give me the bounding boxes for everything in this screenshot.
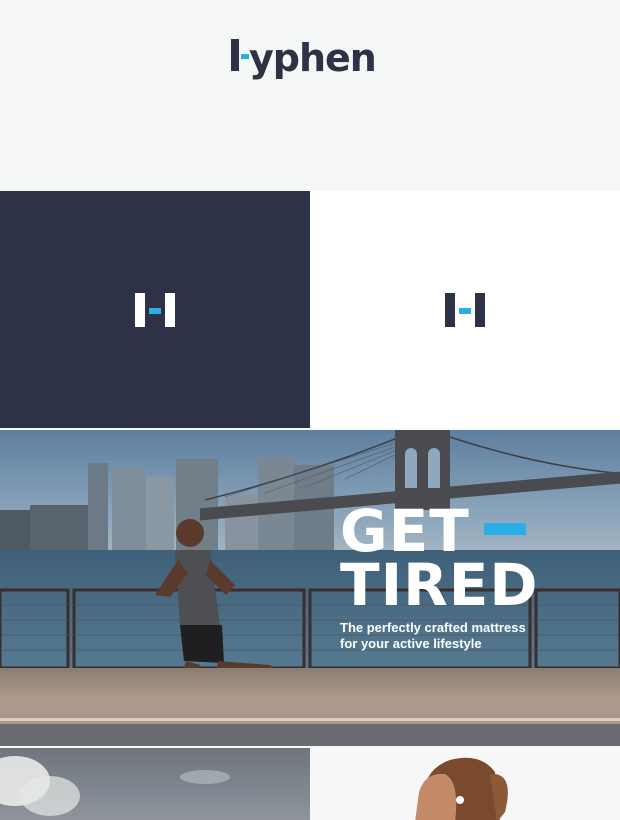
h-logo-icon-navy: [445, 293, 485, 327]
header: yphen: [0, 0, 620, 190]
boardwalk: [0, 668, 620, 746]
headline-tired: TIRED: [340, 551, 539, 619]
hero-banner: GET TIRED The perfectly crafted mattress…: [0, 430, 620, 746]
wordmark-text: yphen: [249, 36, 377, 80]
subline-1: The perfectly crafted mattress: [340, 620, 526, 635]
headline-get: GET: [340, 497, 470, 565]
hyphen-wordmark-logo: yphen: [231, 33, 377, 80]
h-logo-icon-white: [135, 293, 175, 327]
subline-2: for your active lifestyle: [340, 636, 482, 651]
woman-head-image: [415, 757, 508, 820]
hero-text-block: GET TIRED The perfectly crafted mattress…: [340, 497, 539, 652]
hyphen-h-icon: [231, 39, 259, 71]
light-logo-panel: [310, 191, 620, 428]
hero-subline: The perfectly crafted mattress for your …: [340, 620, 539, 652]
accent-dash: [483, 523, 526, 535]
cloud-sky-image: [0, 748, 310, 820]
woman-portrait-image: [310, 748, 620, 820]
dark-logo-panel: [0, 191, 310, 428]
